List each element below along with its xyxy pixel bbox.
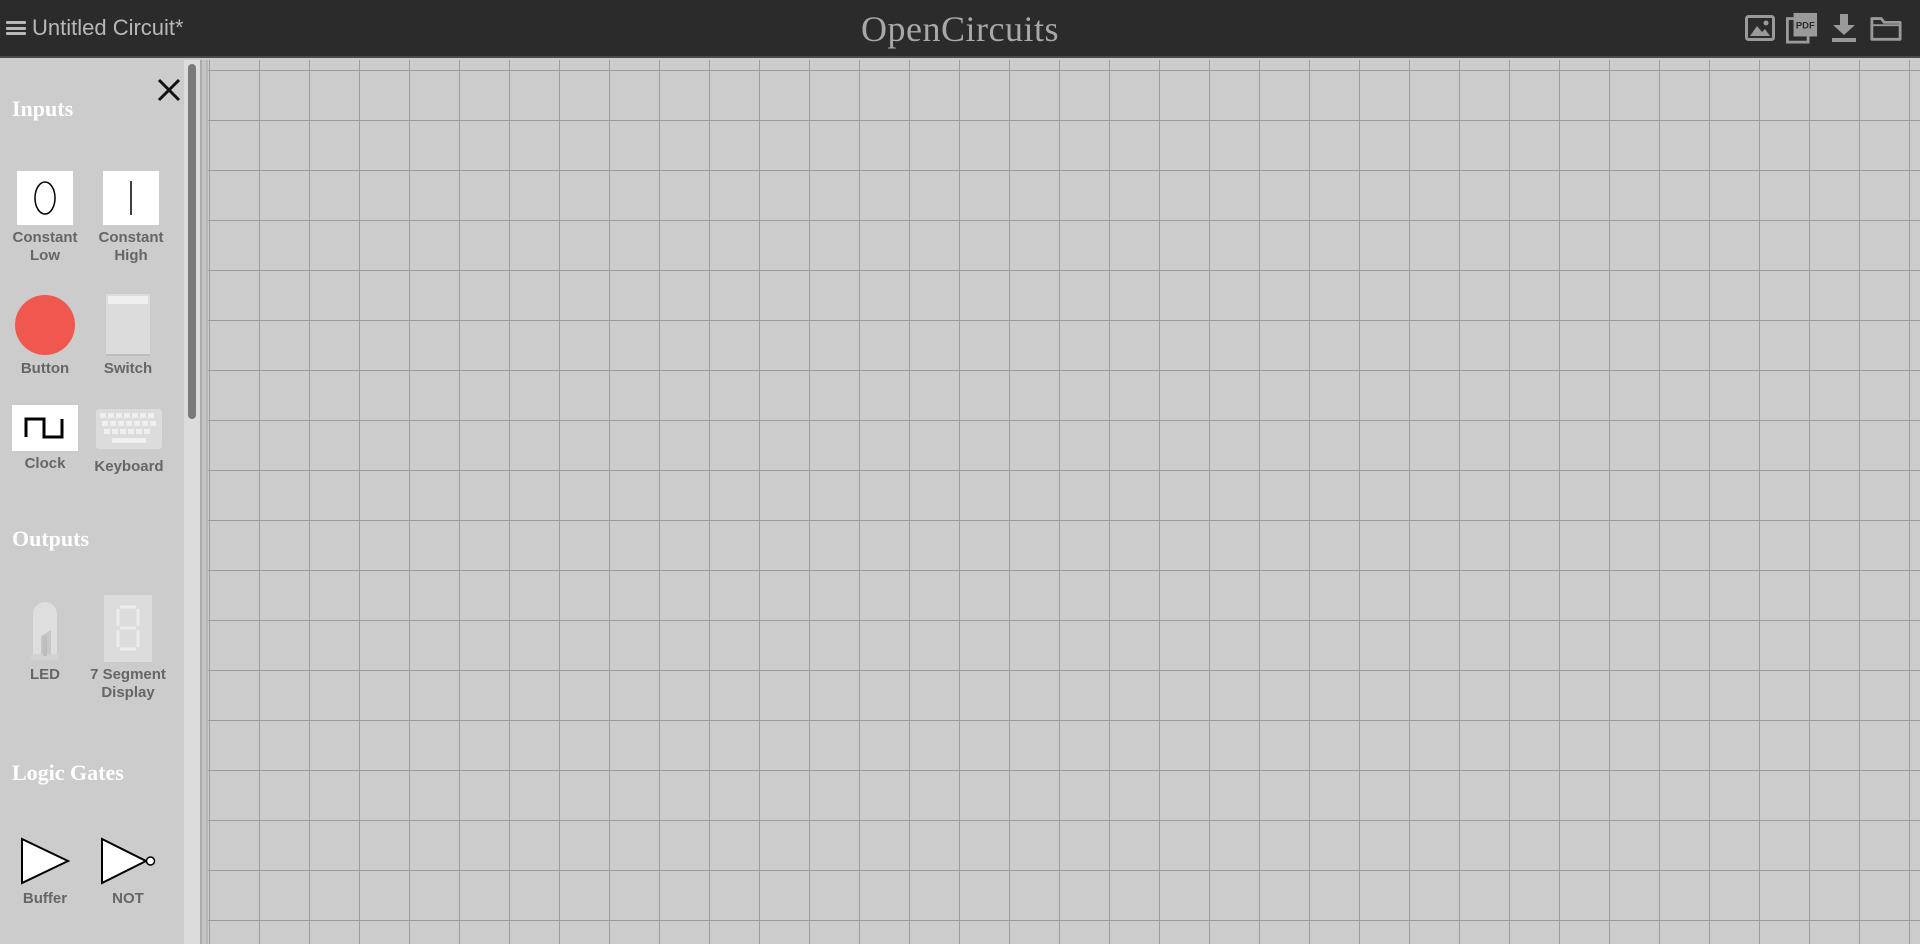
app-title: OpenCircuits [861, 9, 1059, 49]
item-label: LED [30, 666, 60, 683]
sidebar-item-led[interactable]: LED [0, 596, 90, 684]
item-label: Clock [24, 455, 66, 472]
sidebar-scrollbar[interactable] [184, 60, 200, 944]
section-title-inputs: Inputs [12, 96, 74, 121]
sidebar-item-seven-segment-display[interactable]: 7 Segment Display [83, 595, 173, 702]
menu-icon[interactable] [6, 19, 26, 37]
item-label: Constant High [98, 229, 164, 264]
switch-icon [106, 294, 150, 356]
download-button[interactable] [1828, 12, 1860, 44]
section-title-logic-gates: Logic Gates [12, 760, 124, 785]
pdf-icon: PDF [1786, 12, 1818, 44]
sidebar-item-constant-high[interactable]: Constant High [86, 171, 176, 265]
item-label: Switch [103, 360, 153, 377]
item-label: Keyboard [94, 458, 164, 475]
image-icon [1745, 15, 1775, 41]
sidebar-item-buffer[interactable]: Buffer [0, 836, 90, 908]
header-actions: PDF [1744, 0, 1920, 56]
sidebar-item-keyboard[interactable]: Keyboard [84, 409, 174, 476]
button-icon [14, 294, 76, 356]
sidebar-resize-edge [200, 60, 208, 944]
header-bar: OpenCircuits PDF [0, 0, 1920, 58]
sidebar-item-not[interactable]: NOT [83, 836, 173, 908]
item-label: Button [20, 360, 70, 377]
circuit-name-input[interactable] [32, 0, 332, 57]
svg-text:PDF: PDF [1796, 19, 1815, 30]
keyboard-icon [96, 409, 162, 449]
sidebar-item-switch[interactable]: Switch [83, 294, 173, 378]
item-navigator-sidebar: Inputs Constant Low Constant High Button [0, 60, 200, 944]
image-export-button[interactable] [1744, 12, 1776, 44]
buffer-gate-icon [19, 836, 71, 886]
sidebar-item-clock[interactable]: Clock [0, 405, 90, 473]
section-title-outputs: Outputs [12, 526, 90, 551]
pdf-export-button[interactable]: PDF [1786, 12, 1818, 44]
clock-icon [12, 405, 78, 451]
item-label: 7 Segment Display [90, 666, 166, 701]
led-icon [28, 596, 62, 662]
constant-high-icon [103, 171, 159, 225]
item-label: NOT [112, 890, 144, 907]
sidebar-scrollbar-thumb[interactable] [188, 64, 196, 419]
header-left [0, 0, 332, 57]
folder-icon [1870, 17, 1902, 41]
close-sidebar-button[interactable] [155, 76, 183, 104]
item-label: Constant Low [12, 229, 78, 264]
seven-segment-icon [104, 595, 152, 662]
download-icon [1832, 14, 1856, 42]
sidebar-item-constant-low[interactable]: Constant Low [0, 171, 90, 265]
constant-low-icon [17, 171, 73, 225]
sidebar-item-button[interactable]: Button [0, 294, 90, 378]
close-icon [157, 78, 181, 102]
open-folder-button[interactable] [1870, 12, 1902, 44]
item-label: Buffer [22, 890, 68, 907]
circuit-canvas[interactable] [200, 60, 1920, 944]
not-gate-icon [99, 836, 157, 886]
